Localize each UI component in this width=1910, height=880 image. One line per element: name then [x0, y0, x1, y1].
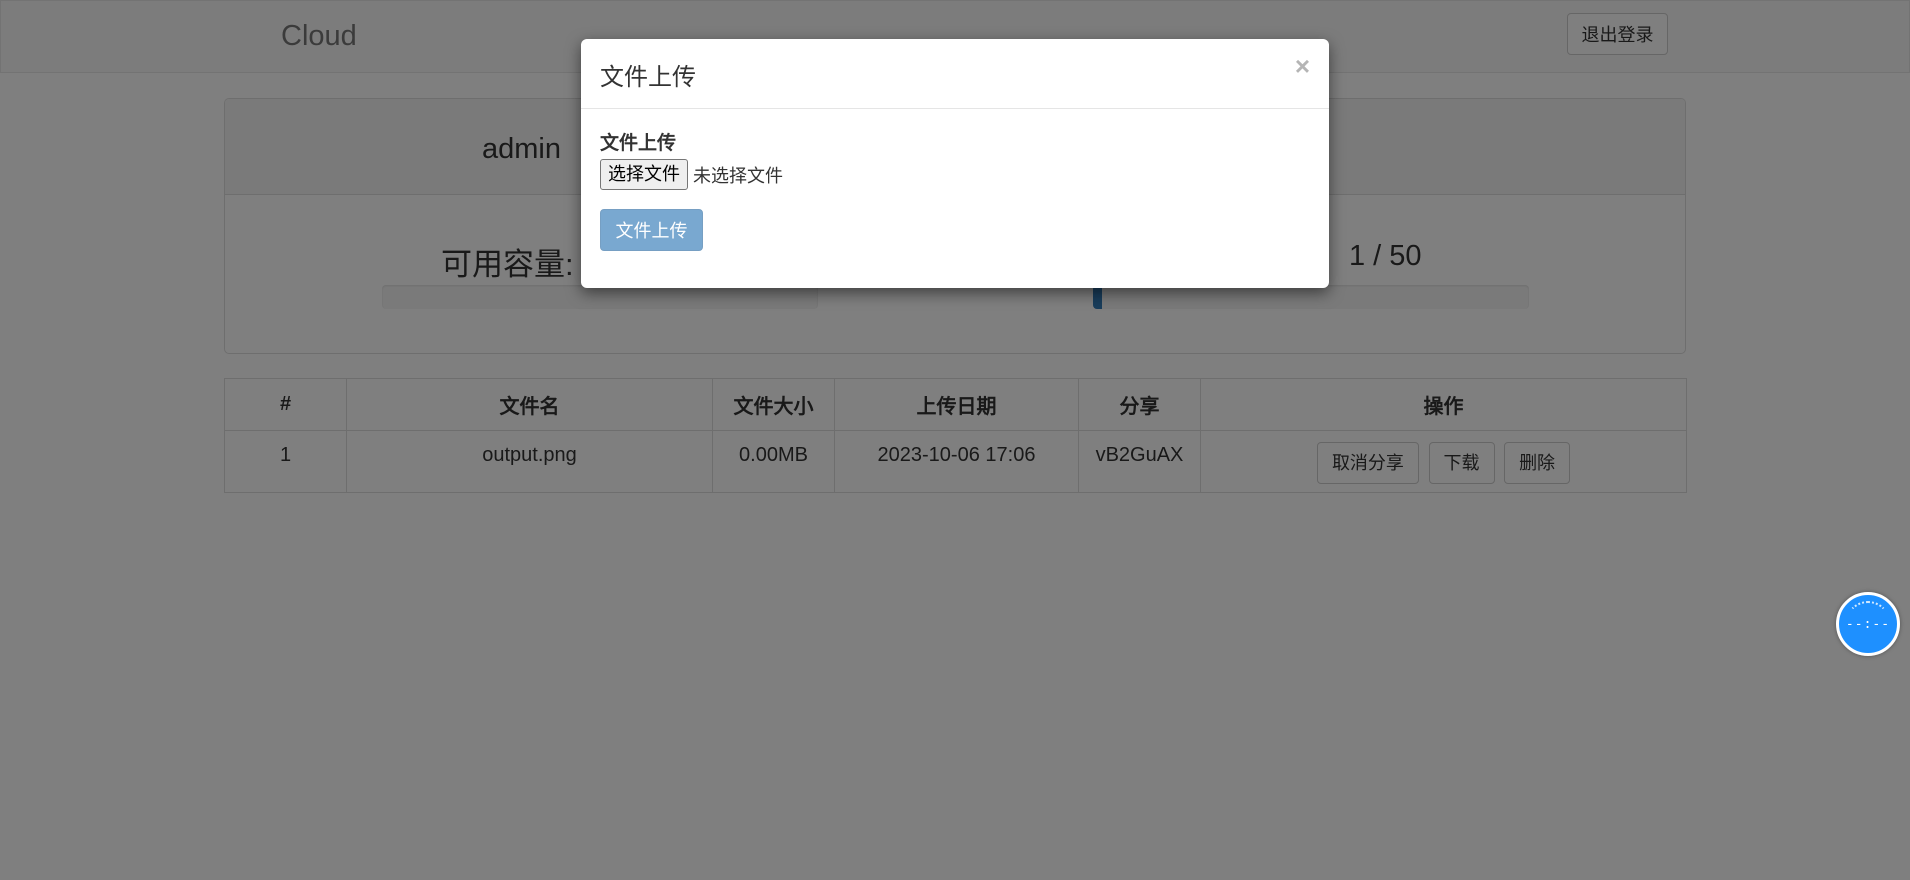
close-icon[interactable]: × [1295, 53, 1310, 79]
modal-title: 文件上传 [600, 64, 696, 91]
file-upload-label: 文件上传 [600, 133, 677, 154]
choose-file-button[interactable]: 选择文件 [600, 159, 688, 190]
floating-clock-widget[interactable]: --:-- [1836, 592, 1900, 656]
clock-ring-icon [1845, 601, 1891, 647]
no-file-chosen-text: 未选择文件 [693, 165, 783, 186]
modal-header: 文件上传 × [581, 39, 1329, 109]
upload-modal: 文件上传 × 文件上传 选择文件 未选择文件 文件上传 [581, 39, 1329, 288]
cloud-app: Cloud 退出登录 admin 可用容量: 1 / 50 # 文件名 文件大小… [0, 0, 1910, 880]
file-input: 选择文件 未选择文件 [600, 159, 783, 190]
upload-submit-button[interactable]: 文件上传 [600, 209, 703, 251]
